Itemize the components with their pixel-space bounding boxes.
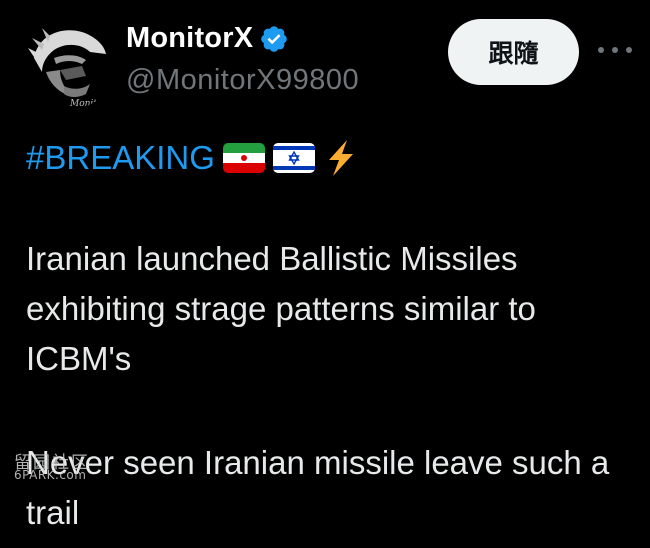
iran-flag-icon	[222, 143, 265, 173]
more-dot	[598, 47, 604, 53]
tweet-card: Monitor MonitorX @MonitorX99800 跟隨 #BREA…	[0, 0, 650, 548]
follow-button[interactable]: 跟隨	[448, 19, 579, 85]
post-text-paragraph: Iranian launched Ballistic Missiles exhi…	[26, 240, 536, 377]
more-dot	[612, 47, 618, 53]
post-text-paragraph: Never seen Iranian missile leave such a …	[26, 444, 610, 531]
svg-text:Monitor: Monitor	[69, 99, 107, 109]
israel-flag-icon	[272, 143, 315, 173]
more-options-icon[interactable]	[598, 40, 632, 60]
display-name[interactable]: MonitorX	[126, 22, 289, 55]
hashtag-link[interactable]: #BREAKING	[26, 139, 215, 177]
avatar-logo-icon: Monitor	[20, 14, 116, 110]
more-dot	[626, 47, 632, 53]
user-handle[interactable]: @MonitorX99800	[126, 64, 359, 97]
display-name-text: MonitorX	[126, 22, 254, 54]
verified-badge-icon	[261, 25, 288, 52]
hashtag-line: #BREAKING	[26, 137, 361, 179]
avatar[interactable]: Monitor	[20, 14, 116, 110]
lightning-bolt-icon	[328, 140, 353, 176]
